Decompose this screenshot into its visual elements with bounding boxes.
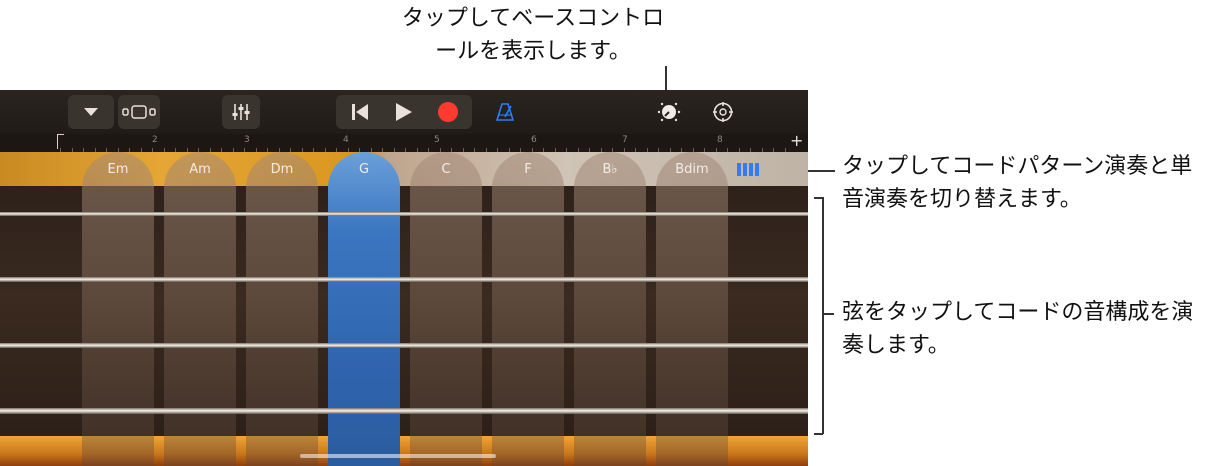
chord-strip-em[interactable] xyxy=(82,152,154,466)
chord-label: F xyxy=(524,162,532,177)
timeline-ruler[interactable]: 2 3 4 5 6 7 8 + xyxy=(0,131,808,153)
callout-bracket-strings xyxy=(822,197,824,434)
playhead-marker[interactable] xyxy=(57,134,64,149)
mixer-icon xyxy=(232,104,250,120)
record-button[interactable] xyxy=(426,95,470,129)
mixer-button[interactable] xyxy=(222,95,260,129)
transport-group xyxy=(336,95,472,129)
bar-number: 6 xyxy=(531,135,537,145)
bass-controls-button[interactable] xyxy=(652,95,686,129)
chord-strip-c[interactable] xyxy=(410,152,482,466)
chevron-down-icon xyxy=(84,108,98,116)
chord-label: Dm xyxy=(270,162,294,177)
browser-button[interactable] xyxy=(118,95,160,129)
bass-string-4[interactable] xyxy=(0,408,808,414)
chord-label: B♭ xyxy=(602,162,618,177)
callout-strings: 弦をタップしてコードの音構成を演奏します。 xyxy=(842,300,1194,358)
callout-bracket-bottom xyxy=(814,433,823,435)
play-icon xyxy=(396,103,412,121)
control-bar xyxy=(0,90,808,134)
metronome-icon xyxy=(495,103,515,121)
bar-number: 4 xyxy=(343,135,349,145)
rewind-button[interactable] xyxy=(338,95,382,129)
callout-bracket-top xyxy=(814,197,823,199)
chord-label: Am xyxy=(189,162,211,177)
bass-instrument-view: 2 3 4 5 6 7 8 + Em Am Dm G C F B♭ Bdim xyxy=(0,90,808,466)
bar-number: 5 xyxy=(434,135,440,145)
bass-controls-knob-icon xyxy=(657,102,681,122)
metronome-button[interactable] xyxy=(488,95,522,129)
home-indicator xyxy=(300,454,496,458)
bar-number: 2 xyxy=(152,135,158,145)
callout-bracket-mid xyxy=(822,313,834,315)
chord-strip-dm[interactable] xyxy=(246,152,318,466)
chord-label: C xyxy=(441,162,451,177)
record-icon xyxy=(438,102,458,122)
chord-strip-bdim[interactable] xyxy=(656,152,728,466)
chord-strips-icon xyxy=(737,163,759,176)
callout-chord-toggle: タップしてコードパターン演奏と単音演奏を切り替えます。 xyxy=(842,154,1193,212)
chord-strip-am[interactable] xyxy=(164,152,236,466)
bass-string-3[interactable] xyxy=(0,343,808,348)
chord-label: G xyxy=(358,162,370,177)
navigation-menu-button[interactable] xyxy=(68,95,114,129)
chord-label: Bdim xyxy=(675,162,709,177)
bar-number: 7 xyxy=(622,135,628,145)
chord-strip-bflat[interactable] xyxy=(574,152,646,466)
chord-strip-f[interactable] xyxy=(492,152,564,466)
bass-string-2[interactable] xyxy=(0,277,808,282)
bass-string-1[interactable] xyxy=(0,212,808,216)
rewind-icon xyxy=(352,104,368,120)
browser-icon xyxy=(122,105,156,119)
settings-icon xyxy=(713,102,733,122)
chord-strip-g-selected[interactable] xyxy=(328,152,400,466)
chord-label: Em xyxy=(107,162,129,177)
add-section-button[interactable]: + xyxy=(790,131,803,150)
settings-button[interactable] xyxy=(706,95,740,129)
bar-number: 3 xyxy=(244,135,250,145)
callout-bass-controls: タップしてベースコントロールを表示します。 xyxy=(401,6,665,64)
chords-notes-toggle-button[interactable] xyxy=(736,160,762,178)
bar-number: 8 xyxy=(717,135,723,145)
play-button[interactable] xyxy=(382,95,426,129)
